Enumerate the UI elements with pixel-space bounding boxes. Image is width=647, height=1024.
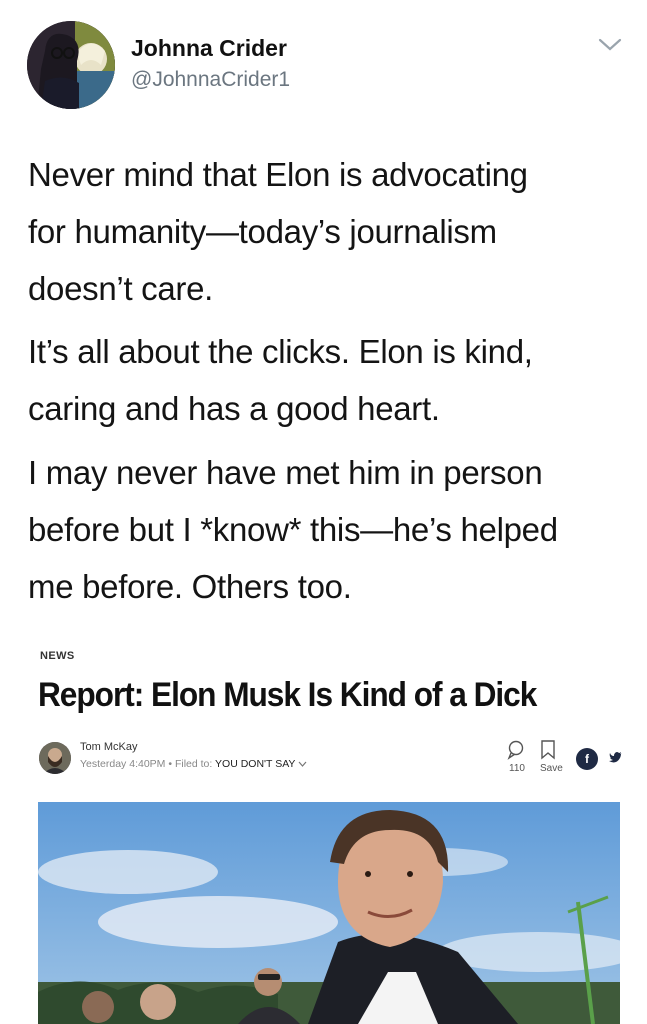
tweet-line: for humanity—today’s journalism <box>28 213 497 250</box>
author-avatar <box>39 742 71 774</box>
tweet-line: doesn’t care. <box>28 270 214 307</box>
filed-to-label: Filed to: <box>174 758 213 770</box>
twitter-icon <box>605 748 627 770</box>
facebook-icon: f <box>576 748 598 770</box>
tweet-paragraph: I may never have met him in person befor… <box>28 444 558 615</box>
save-label: Save <box>540 763 563 774</box>
display-name[interactable]: Johnna Crider <box>131 35 287 62</box>
tweet-line: me before. Others too. <box>28 568 352 605</box>
article-screenshot[interactable]: NEWS Report: Elon Musk Is Kind of a Dick… <box>0 630 647 1024</box>
separator: • <box>168 758 173 770</box>
timestamp: Yesterday 4:40PM <box>80 758 166 770</box>
comment-count: 110 <box>509 763 525 774</box>
chevron-down-icon <box>298 758 307 770</box>
avatar[interactable] <box>27 21 115 109</box>
author-name: Tom McKay <box>80 741 138 753</box>
user-handle[interactable]: @JohnnaCrider1 <box>131 68 290 92</box>
comment-icon <box>507 740 525 765</box>
article-headline: Report: Elon Musk Is Kind of a Dick <box>38 676 537 714</box>
tweet-line: Never mind that Elon is advocating <box>28 156 528 193</box>
tweet-line: I may never have met him in person <box>28 454 543 491</box>
article-hero-photo <box>38 802 620 1024</box>
chevron-down-icon[interactable] <box>597 35 623 55</box>
tweet-line: It’s all about the clicks. Elon is kind, <box>28 333 533 370</box>
bookmark-icon <box>540 740 556 765</box>
section-tag: NEWS <box>40 650 75 662</box>
tweet-line: caring and has a good heart. <box>28 390 440 427</box>
tweet-line: before but I *know* this—he’s helped <box>28 511 558 548</box>
filed-to-tag: YOU DON'T SAY <box>215 758 296 770</box>
tweet-paragraph: It’s all about the clicks. Elon is kind,… <box>28 323 533 437</box>
tweet-paragraph: Never mind that Elon is advocating for h… <box>28 146 528 317</box>
byline: Yesterday 4:40PM • Filed to: YOU DON'T S… <box>80 758 307 770</box>
